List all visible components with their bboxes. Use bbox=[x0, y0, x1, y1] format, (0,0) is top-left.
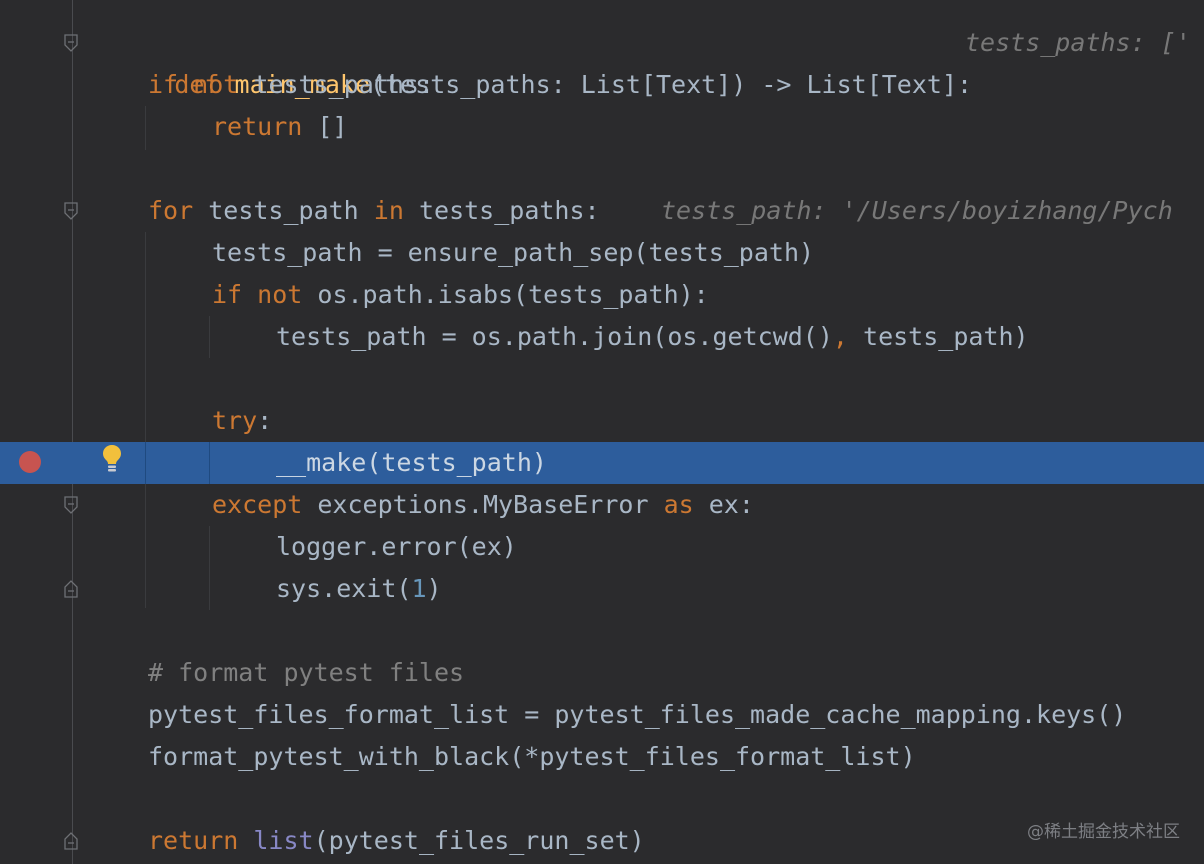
code-editor[interactable]: def main_make(tests_paths: List[Text]) -… bbox=[0, 0, 1204, 864]
code-line-12[interactable]: except exceptions.MyBaseError as ex: bbox=[0, 484, 1204, 526]
indent-guide bbox=[145, 442, 146, 484]
keyword-try: try bbox=[212, 406, 258, 435]
code-line-2[interactable]: if not tests_paths: bbox=[0, 64, 1204, 106]
code-text: tests_paths: bbox=[418, 196, 600, 225]
code-line-14[interactable]: sys.exit(1) bbox=[0, 568, 1204, 610]
code-text: sys.exit( bbox=[276, 574, 412, 603]
indent-guide bbox=[209, 442, 210, 484]
code-line-7[interactable]: if not os.path.isabs(tests_path): bbox=[0, 274, 1204, 316]
code-text: logger.error(ex) bbox=[276, 532, 517, 561]
keyword-as: as bbox=[663, 490, 694, 519]
keyword-not: not bbox=[193, 70, 239, 99]
code-line-18[interactable]: format_pytest_with_black(*pytest_files_f… bbox=[0, 736, 1204, 778]
code-line-16[interactable]: # format pytest files bbox=[0, 652, 1204, 694]
code-text: pytest_files_format_list = pytest_files_… bbox=[148, 700, 1127, 729]
keyword-return: return bbox=[148, 826, 239, 855]
keyword-return: return bbox=[212, 112, 303, 141]
watermark: @稀土掘金技术社区 bbox=[1027, 822, 1180, 842]
code-line-11-current[interactable]: __make(tests_path) bbox=[0, 442, 1204, 484]
keyword-if: if bbox=[148, 70, 179, 99]
fold-end-icon[interactable] bbox=[63, 580, 79, 598]
code-text: ) bbox=[426, 574, 442, 603]
code-text: tests_path = ensure_path_sep(tests_path) bbox=[212, 238, 815, 267]
keyword-if: if bbox=[212, 280, 243, 309]
code-line-5[interactable]: for tests_path in tests_paths: tests_pat… bbox=[0, 190, 1204, 232]
builtin-list: list bbox=[253, 826, 314, 855]
fold-start-icon[interactable] bbox=[63, 202, 79, 220]
code-line-13[interactable]: logger.error(ex) bbox=[0, 526, 1204, 568]
code-text: tests_path bbox=[208, 196, 359, 225]
comma: , bbox=[832, 322, 848, 351]
lightbulb-icon[interactable] bbox=[101, 442, 123, 476]
fold-start-icon[interactable] bbox=[63, 496, 79, 514]
code-text: tests_path) bbox=[863, 322, 1029, 351]
code-text: ex: bbox=[708, 490, 754, 519]
code-text: [] bbox=[317, 112, 348, 141]
code-text: exceptions.MyBaseError bbox=[317, 490, 649, 519]
inlay-hint-tests-paths: tests_paths: [' bbox=[965, 28, 1191, 57]
code-line-20[interactable]: return list(pytest_files_run_set) bbox=[0, 820, 1204, 862]
fold-start-icon[interactable] bbox=[63, 34, 79, 52]
code-text: os.path.isabs(tests_path): bbox=[317, 280, 709, 309]
keyword-in: in bbox=[373, 196, 404, 225]
code-text: tests_path = os.path.join(os.getcwd() bbox=[276, 322, 833, 351]
code-line-1[interactable]: def main_make(tests_paths: List[Text]) -… bbox=[0, 22, 1204, 99]
code-line-17[interactable]: pytest_files_format_list = pytest_files_… bbox=[0, 694, 1204, 736]
code-text: format_pytest_with_black(*pytest_files_f… bbox=[148, 742, 916, 771]
fold-end-icon[interactable] bbox=[63, 832, 79, 850]
code-comment: # format pytest files bbox=[148, 658, 465, 687]
code-text: tests_paths: bbox=[253, 70, 435, 99]
keyword-not: not bbox=[257, 280, 303, 309]
code-line-10[interactable]: try: bbox=[0, 400, 1204, 442]
code-line-8[interactable]: tests_path = os.path.join(os.getcwd(), t… bbox=[0, 316, 1204, 358]
code-line-6[interactable]: tests_path = ensure_path_sep(tests_path) bbox=[0, 232, 1204, 274]
keyword-except: except bbox=[212, 490, 303, 519]
inlay-hint-tests-path: tests_path: '/Users/boyizhang/Pych bbox=[661, 196, 1173, 225]
keyword-for: for bbox=[148, 196, 194, 225]
code-text: __make(tests_path) bbox=[276, 448, 547, 477]
breakpoint-icon[interactable] bbox=[19, 451, 41, 473]
code-text: (pytest_files_run_set) bbox=[313, 826, 645, 855]
code-text: : bbox=[257, 406, 273, 435]
number-literal: 1 bbox=[411, 574, 427, 603]
code-line-3[interactable]: return [] bbox=[0, 106, 1204, 148]
